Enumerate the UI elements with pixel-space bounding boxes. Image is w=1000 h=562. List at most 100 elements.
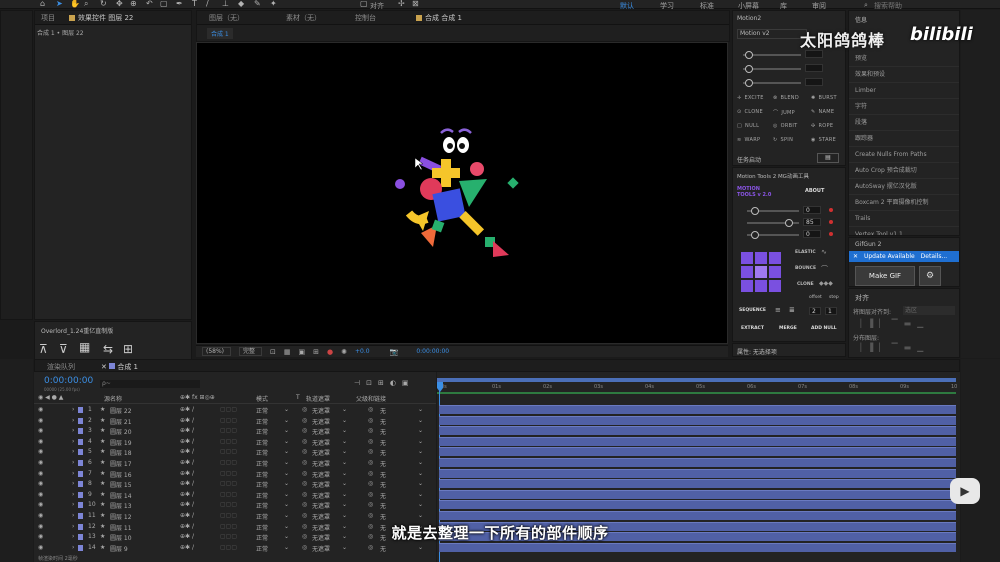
mode-select[interactable]: 正常 (256, 438, 268, 447)
layer-name[interactable]: 圆层 14 (110, 491, 132, 500)
layer-name[interactable]: 圆层 17 (110, 459, 132, 468)
snap-icon[interactable]: ✢ (398, 0, 405, 8)
layer-name[interactable]: 圆层 15 (110, 480, 132, 489)
home-icon[interactable]: ⌂ (40, 0, 45, 8)
list-item[interactable]: Auto Crop 预合成裁切 (849, 163, 959, 179)
expand-chevron-icon[interactable]: › (72, 512, 74, 519)
comp-subtab[interactable]: 合成 1 (207, 28, 233, 39)
parent-select[interactable]: 无 (380, 459, 386, 468)
layer-switch-boxes[interactable]: ▢▢▢ (220, 480, 237, 487)
layer-name[interactable]: 圆层 19 (110, 438, 132, 447)
camera-tool-icon[interactable]: ✥ (116, 0, 123, 8)
pen-tool-icon[interactable]: ✒ (176, 0, 183, 8)
layer-duration-bar[interactable] (439, 426, 956, 436)
selection-tool-icon[interactable]: ➤ (56, 0, 63, 8)
parent-pickwhip-icon[interactable]: ◎ (368, 448, 373, 455)
bilibili-tv-icon[interactable]: ▶ (950, 478, 980, 504)
layer-name[interactable]: 圆层 22 (110, 406, 132, 415)
parent-pickwhip-icon[interactable]: ◎ (368, 501, 373, 508)
seq-step-value[interactable]: 1 (825, 307, 837, 315)
visibility-eye-icon[interactable]: ◉ (38, 417, 43, 424)
color-channel-icon[interactable]: ● (327, 348, 333, 356)
expand-chevron-icon[interactable]: › (72, 459, 74, 466)
sequence-stairs-icon[interactable]: ≡ (775, 306, 781, 314)
motion2-slider-3[interactable] (743, 79, 801, 87)
mt-reset-3[interactable] (829, 232, 833, 236)
label-color-swatch[interactable] (78, 491, 83, 498)
bounce-button[interactable]: BOUNCE (795, 266, 816, 271)
visibility-eye-icon[interactable]: ◉ (38, 470, 43, 477)
parent-select[interactable]: 无 (380, 448, 386, 457)
layer-switches-icon[interactable]: ⊕✱ / (180, 417, 194, 424)
mt-slider-1[interactable] (747, 207, 799, 215)
layer-switch-boxes[interactable]: ▢▢▢ (220, 512, 237, 519)
viewer-timecode[interactable]: 0:00:00:00 (416, 348, 449, 355)
layer-switch-boxes[interactable]: ▢▢▢ (220, 470, 237, 477)
parent-pickwhip-icon[interactable]: ◎ (368, 512, 373, 519)
layer-duration-bar[interactable] (439, 542, 956, 552)
table-row[interactable]: ◉ › 10 ★ 圆层 13 ⊕✱ / ▢▢▢ 正常 ⌄ ◎ 无遮罩 ⌄ ◎ 无 ⌄ (34, 500, 436, 511)
elastic-wave-icon[interactable]: ∿ (821, 248, 827, 256)
layer-name[interactable]: 圆层 13 (110, 501, 132, 510)
layer-switches-icon[interactable]: ⊕✱ / (180, 459, 194, 466)
parent-select[interactable]: 无 (380, 491, 386, 500)
label-color-swatch[interactable] (78, 460, 83, 466)
mt-reset-2[interactable] (829, 220, 833, 224)
expand-chevron-icon[interactable]: › (72, 470, 74, 477)
matte-link-icon[interactable]: ◎ (302, 480, 307, 487)
zoom-select[interactable]: (58%) (202, 347, 232, 356)
parent-select[interactable]: 无 (380, 480, 386, 489)
guides-icon[interactable]: ⊞ (313, 348, 319, 356)
layer-duration-bar[interactable] (439, 468, 956, 478)
layer-switch-boxes[interactable]: ▢▢▢ (220, 491, 237, 498)
tab-footage[interactable]: 素材（无） (286, 13, 321, 23)
layer-switches-icon[interactable]: ⊕✱ / (180, 544, 194, 551)
mt-slider-3[interactable] (747, 231, 799, 239)
parent-pickwhip-icon[interactable]: ◎ (368, 459, 373, 466)
undo-icon[interactable]: ↶ (146, 0, 153, 8)
mode-select[interactable]: 正常 (256, 406, 268, 415)
header-track-matte[interactable]: 轨道遮罩 (306, 394, 330, 403)
expand-chevron-icon[interactable]: › (72, 480, 74, 487)
expand-chevron-icon[interactable]: › (72, 406, 74, 413)
tab-effect-controls[interactable]: 效果控件 图层 22 (69, 13, 133, 23)
transparency-grid-icon[interactable]: ▦ (284, 348, 291, 356)
snap-options-icon[interactable]: ⊠ (412, 0, 419, 8)
list-item[interactable]: Trails (849, 211, 959, 227)
parent-select[interactable]: 无 (380, 470, 386, 479)
label-color-swatch[interactable] (78, 502, 83, 509)
matte-select[interactable]: 无遮罩 (312, 406, 330, 415)
parent-pickwhip-icon[interactable]: ◎ (368, 427, 373, 434)
excite-button[interactable]: ✛ EXCITE (737, 95, 764, 101)
mode-select[interactable]: 正常 (256, 491, 268, 500)
mode-select[interactable]: 正常 (256, 480, 268, 489)
parent-pickwhip-icon[interactable]: ◎ (368, 417, 373, 424)
matte-select[interactable]: 无遮罩 (312, 512, 330, 521)
mode-select[interactable]: 正常 (256, 427, 268, 436)
expand-chevron-icon[interactable]: › (72, 491, 74, 498)
tab-timeline-comp[interactable]: ✕ 合成 1 (101, 362, 138, 371)
pan-behind-icon[interactable]: ⊕ (130, 0, 137, 8)
matte-select[interactable]: 无遮罩 (312, 470, 330, 479)
mode-select[interactable]: 正常 (256, 544, 268, 553)
timeline-search-input[interactable]: ρ~ (100, 380, 200, 388)
motion2-slider-2[interactable] (743, 65, 801, 73)
distribute-buttons-row[interactable]: ▕▐▏▔▬▁ (855, 343, 929, 352)
layer-switch-boxes[interactable]: ▢▢▢ (220, 501, 237, 508)
label-color-swatch[interactable] (78, 438, 83, 445)
mode-select[interactable]: 正常 (256, 459, 268, 468)
parent-pickwhip-icon[interactable]: ◎ (368, 480, 373, 487)
table-row[interactable]: ◉ › 5 ★ 圆层 18 ⊕✱ / ▢▢▢ 正常 ⌄ ◎ 无遮罩 ⌄ ◎ 无 ⌄ (34, 447, 436, 458)
label-color-swatch[interactable] (78, 544, 83, 551)
sequence-stairs-2-icon[interactable]: ≣ (789, 306, 795, 314)
layer-duration-bar[interactable] (439, 415, 956, 425)
layer-name[interactable]: 圆层 21 (110, 417, 132, 426)
matte-link-icon[interactable]: ◎ (302, 470, 307, 477)
overlord-push-icon[interactable]: ⊼ (39, 342, 48, 356)
table-row[interactable]: ◉ › 11 ★ 圆层 12 ⊕✱ / ▢▢▢ 正常 ⌄ ◎ 无遮罩 ⌄ ◎ 无 ⌄ (34, 511, 436, 522)
rope-button[interactable]: ✣ ROPE (811, 123, 833, 129)
layer-duration-bar[interactable] (439, 479, 956, 489)
matte-link-icon[interactable]: ◎ (302, 512, 307, 519)
overlord-swap-icon[interactable]: ⇆ (103, 342, 113, 356)
table-row[interactable]: ◉ › 4 ★ 圆层 19 ⊕✱ / ▢▢▢ 正常 ⌄ ◎ 无遮罩 ⌄ ◎ 无 ⌄ (34, 437, 436, 448)
